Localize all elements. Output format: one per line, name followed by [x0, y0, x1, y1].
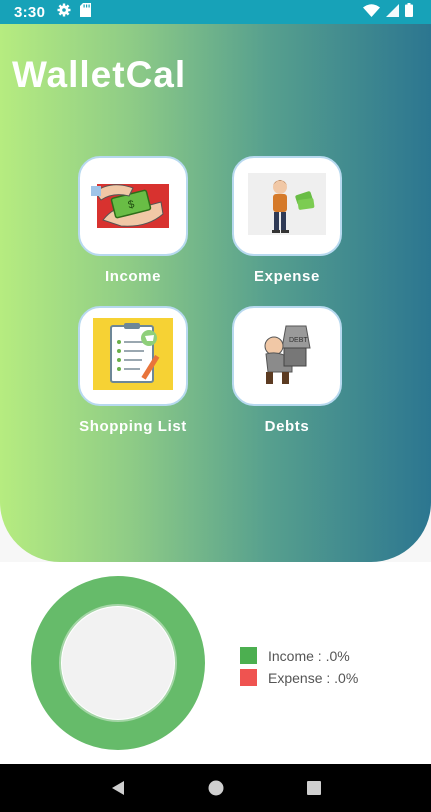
- app-title: WalletCal: [12, 54, 187, 95]
- income-money-hands-icon: $: [91, 174, 175, 239]
- home-icon[interactable]: [206, 778, 226, 798]
- expense-button[interactable]: [232, 156, 342, 256]
- back-icon[interactable]: [108, 778, 128, 798]
- expense-swatch: [240, 669, 257, 686]
- gear-icon: [57, 3, 71, 21]
- debts-button[interactable]: DEBT: [232, 306, 342, 406]
- hero-header: WalletCal $ Income Expense Shopping List…: [0, 24, 431, 562]
- expense-legend-text: Expense : .0%: [268, 669, 359, 686]
- svg-text:DEBT: DEBT: [289, 337, 308, 344]
- income-button[interactable]: $: [78, 156, 188, 256]
- legend-income: Income : .0%: [240, 647, 350, 664]
- signal-icon: [386, 3, 399, 21]
- sd-card-icon: [80, 3, 92, 21]
- income-expense-donut-chart: [31, 576, 205, 750]
- expense-label: Expense: [254, 268, 320, 285]
- legend-expense: Expense : .0%: [240, 669, 358, 686]
- debts-man-with-weight-icon: DEBT: [252, 320, 322, 393]
- debts-label: Debts: [264, 418, 310, 435]
- wifi-icon: [363, 3, 380, 21]
- income-swatch: [240, 647, 257, 664]
- navigation-bar: [0, 764, 431, 812]
- status-time: 3:30: [14, 3, 46, 21]
- income-legend-text: Income : .0%: [268, 647, 350, 664]
- status-bar: 3:30: [0, 0, 431, 24]
- summary-card: Income : .0% Expense : .0%: [0, 562, 431, 764]
- shopping-list-label: Shopping List: [79, 418, 187, 435]
- income-label: Income: [104, 268, 162, 285]
- recents-icon[interactable]: [304, 778, 324, 798]
- shopping-list-button[interactable]: [78, 306, 188, 406]
- shopping-list-clipboard-icon: [93, 317, 173, 395]
- battery-icon: [405, 3, 413, 21]
- donut-hole: [62, 607, 174, 719]
- expense-man-with-cash-icon: [248, 172, 326, 240]
